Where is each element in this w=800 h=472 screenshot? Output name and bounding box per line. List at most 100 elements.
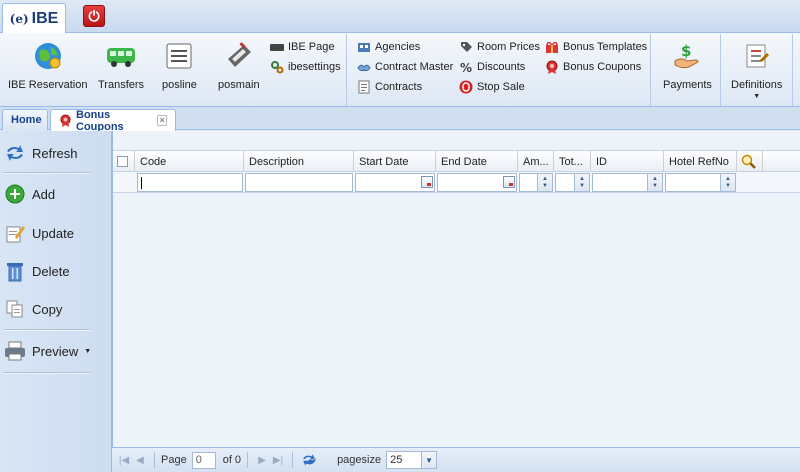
end-date-filter-input[interactable]: [437, 173, 517, 192]
preview-label: Preview: [32, 343, 79, 359]
price-tag-icon: [459, 40, 473, 54]
divider: [292, 452, 294, 468]
payments-label: Payments: [663, 79, 712, 91]
total-filter-input[interactable]: ▲ ▼: [555, 173, 590, 192]
column-header-amount[interactable]: Am...: [518, 151, 554, 172]
column-header-description[interactable]: Description: [244, 151, 354, 172]
globe-icon: [32, 40, 64, 72]
pagesize-select[interactable]: 25 ▼: [386, 451, 438, 469]
amount-filter-input[interactable]: ▲ ▼: [519, 173, 553, 192]
next-page-icon[interactable]: ▶: [254, 452, 270, 468]
bonus-templates-button[interactable]: Bonus Templates: [545, 38, 647, 56]
last-page-icon[interactable]: ▶|: [270, 452, 286, 468]
agencies-button[interactable]: Agencies: [357, 38, 420, 56]
refresh-icon[interactable]: [299, 452, 319, 468]
ibe-reservation-button[interactable]: IBE Reservation: [8, 40, 87, 91]
hotel-refno-filter-input[interactable]: ▲ ▼: [665, 173, 736, 192]
pager: |◀ ◀ Page 0 of 0 ▶ ▶| pagesize 25 ▼: [112, 447, 800, 472]
grid-header: Code Description Start Date End Date Am.…: [113, 150, 800, 172]
agencies-label: Agencies: [375, 41, 421, 53]
room-prices-button[interactable]: Room Prices: [459, 38, 540, 56]
contracts-button[interactable]: Contracts: [357, 78, 422, 96]
tab-home[interactable]: Home: [2, 109, 48, 130]
handshake-icon: [357, 60, 371, 74]
start-date-filter-input[interactable]: [355, 173, 435, 192]
discount-icon: %: [459, 60, 473, 75]
ibe-page-label: IBE Page: [288, 41, 335, 53]
spinner-icon[interactable]: ▲ ▼: [537, 174, 552, 191]
power-icon[interactable]: ⏻: [83, 5, 105, 27]
close-icon[interactable]: ×: [157, 115, 167, 126]
tab-bonus-coupons[interactable]: Bonus Coupons ×: [50, 108, 176, 133]
plus-icon: [4, 183, 26, 205]
definitions-button[interactable]: Definitions ▼: [731, 40, 782, 100]
contract-master-button[interactable]: Contract Master: [357, 58, 453, 76]
code-filter-input[interactable]: [137, 173, 243, 192]
discounts-label: Discounts: [477, 61, 526, 73]
tab-home-label: Home: [11, 114, 42, 126]
add-button[interactable]: Add: [4, 179, 90, 209]
divider: [4, 172, 90, 174]
refresh-button[interactable]: Refresh: [4, 138, 90, 168]
copy-button[interactable]: Copy: [4, 294, 90, 324]
prev-page-icon[interactable]: ◀: [132, 452, 148, 468]
tab-bonus-coupons-label: Bonus Coupons: [76, 108, 124, 133]
ibesettings-label: ibesettings: [288, 61, 341, 73]
divider: [154, 452, 155, 468]
stop-sale-button[interactable]: Stop Sale: [459, 78, 525, 96]
ibesettings-button[interactable]: ibesettings: [270, 58, 341, 76]
agencies-icon: [357, 40, 371, 54]
filter-row: ▲ ▼ ▲ ▼ ▲ ▼ ▲ ▼: [113, 172, 800, 193]
ribbon-toolbar: IBE Reservation Transfers posline posmai…: [0, 33, 800, 107]
divider: [4, 372, 90, 374]
app-logo-tab[interactable]: (e) IBE: [2, 3, 66, 34]
update-button[interactable]: Update: [4, 218, 90, 248]
pagesize-label: pagesize: [337, 454, 382, 466]
column-header-end-date[interactable]: End Date: [436, 151, 518, 172]
edit-icon: [4, 222, 26, 244]
calendar-icon[interactable]: [421, 176, 433, 188]
posline-button[interactable]: posline: [162, 40, 197, 91]
spinner-icon[interactable]: ▲ ▼: [574, 174, 589, 191]
column-header-total[interactable]: Tot...: [554, 151, 591, 172]
column-header-start-date[interactable]: Start Date: [354, 151, 436, 172]
divider: [4, 329, 90, 331]
transfers-button[interactable]: Transfers: [98, 40, 144, 91]
delete-button[interactable]: Delete: [4, 256, 90, 286]
preview-button[interactable]: Preview ▼: [4, 336, 91, 366]
ibe-page-button[interactable]: IBE Page: [270, 38, 334, 56]
posmain-button[interactable]: posmain: [218, 40, 260, 91]
search-icon[interactable]: [737, 151, 763, 172]
first-page-icon[interactable]: |◀: [116, 452, 132, 468]
document-icon: [357, 80, 371, 94]
spinner-icon[interactable]: ▲ ▼: [720, 174, 735, 191]
ribbon-group-main: IBE Reservation Transfers posline posmai…: [0, 34, 347, 106]
logo-mark: (e): [9, 12, 29, 26]
copy-label: Copy: [32, 301, 63, 317]
column-header-hotel-refno[interactable]: Hotel RefNo: [664, 151, 737, 172]
settings-icon: [270, 60, 284, 74]
select-all-checkbox[interactable]: [113, 151, 135, 172]
printer-icon: [4, 340, 26, 362]
column-header-code[interactable]: Code: [135, 151, 244, 172]
chevron-down-icon[interactable]: ▼: [421, 452, 437, 468]
contracts-label: Contracts: [375, 81, 423, 93]
description-filter-input[interactable]: [245, 173, 353, 192]
ribbon-group-definitions: Definitions ▼: [721, 34, 793, 106]
column-header-id[interactable]: ID: [591, 151, 664, 172]
calendar-icon[interactable]: [503, 176, 515, 188]
id-filter-input[interactable]: ▲ ▼: [592, 173, 663, 192]
delete-label: Delete: [32, 263, 70, 279]
posmain-label: posmain: [218, 79, 260, 91]
stop-sale-label: Stop Sale: [477, 81, 525, 93]
stop-icon: [459, 80, 473, 94]
refresh-icon: [4, 142, 26, 164]
bonus-coupons-button[interactable]: Bonus Coupons: [545, 58, 641, 76]
page-input[interactable]: 0: [191, 451, 216, 469]
payments-button[interactable]: $ Payments: [663, 40, 712, 91]
ribbon-group-payments: $ Payments: [651, 34, 721, 106]
pos-terminal-icon: [223, 40, 255, 72]
discounts-button[interactable]: % Discounts: [459, 58, 525, 76]
bus-icon: [105, 40, 137, 72]
spinner-icon[interactable]: ▲ ▼: [647, 174, 662, 191]
